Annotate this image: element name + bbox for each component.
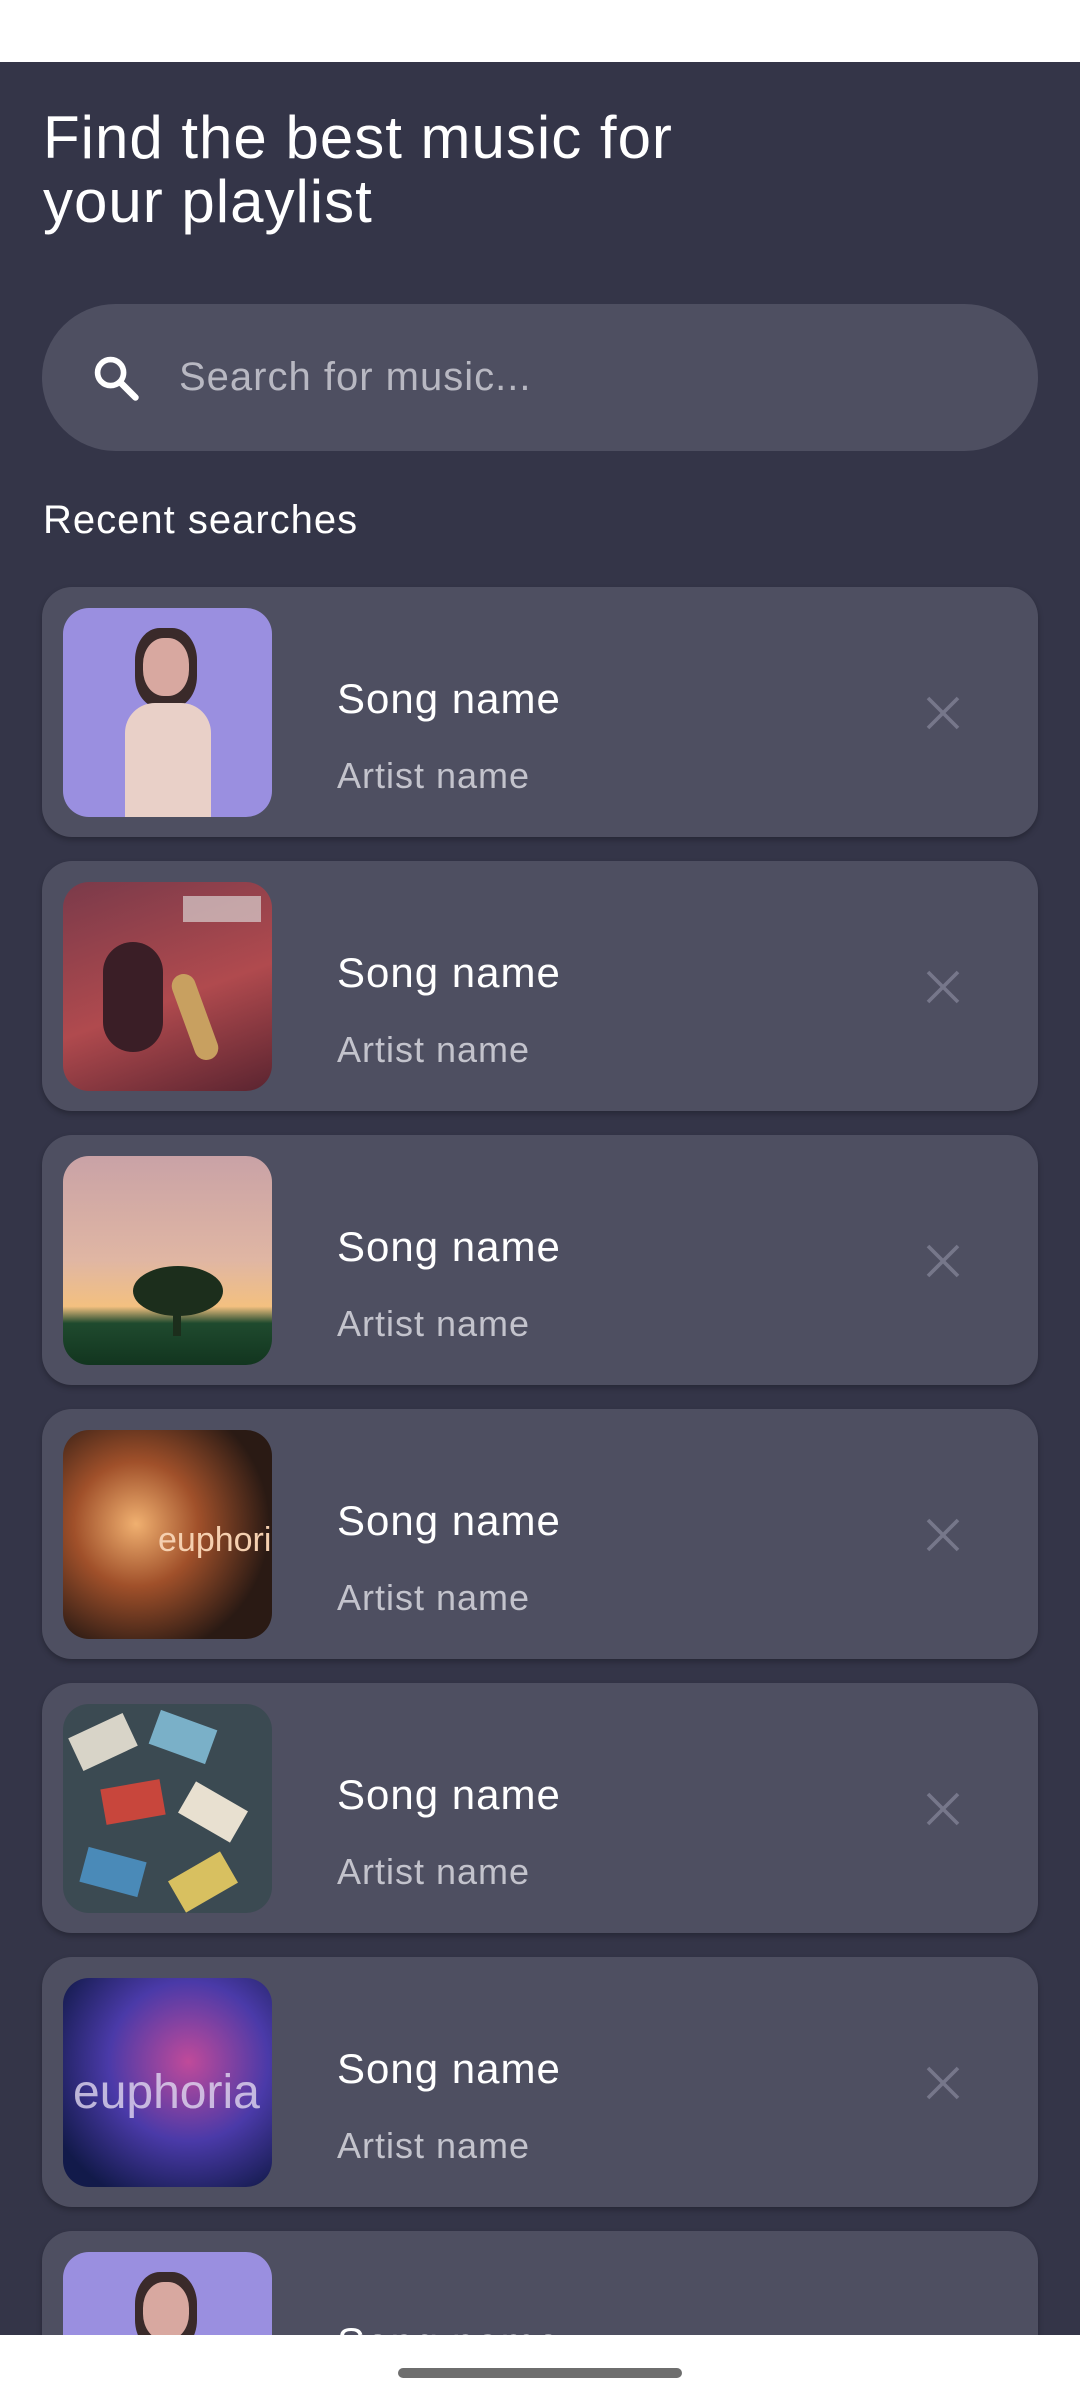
close-icon [926, 2066, 960, 2100]
artist-name: Artist name [337, 755, 531, 796]
music-search-screen: Find the best music for your playlist Re… [0, 62, 1080, 2335]
recent-search-item[interactable]: Song name Artist name [42, 1683, 1038, 1933]
search-bar[interactable] [42, 304, 1038, 451]
close-icon [926, 1792, 960, 1826]
artist-name: Artist name [337, 2125, 531, 2166]
song-name: Song name [337, 2319, 561, 2335]
recent-search-item[interactable]: Song name Artist name [42, 1135, 1038, 1385]
page-title: Find the best music for your playlist [43, 104, 673, 235]
artist-name: Artist name [337, 1029, 531, 1070]
song-name: Song name [337, 1223, 561, 1270]
search-icon [94, 356, 139, 401]
remove-search-button[interactable] [912, 2326, 974, 2335]
song-name: Song name [337, 2045, 561, 2092]
album-art: euphoria [63, 1978, 272, 2187]
recent-searches-heading: Recent searches [43, 498, 359, 542]
album-art [63, 1156, 272, 1365]
album-art: euphoria [63, 1430, 272, 1639]
album-art [63, 882, 272, 1091]
recent-search-item[interactable]: euphoria Song name Artist name [42, 1409, 1038, 1659]
album-art [63, 2252, 272, 2335]
song-name: Song name [337, 949, 561, 996]
remove-search-button[interactable] [912, 956, 974, 1018]
home-indicator[interactable] [398, 2368, 682, 2378]
search-input[interactable] [179, 304, 979, 451]
artist-name: Artist name [337, 1851, 531, 1892]
album-art [63, 608, 272, 817]
song-name: Song name [337, 1497, 561, 1544]
remove-search-button[interactable] [912, 2052, 974, 2114]
recent-search-item[interactable]: Song name Artist name [42, 587, 1038, 837]
remove-search-button[interactable] [912, 1230, 974, 1292]
close-icon [926, 1518, 960, 1552]
remove-search-button[interactable] [912, 1504, 974, 1566]
recent-search-item[interactable]: euphoria Song name Artist name [42, 1957, 1038, 2207]
close-icon [926, 1244, 960, 1278]
close-icon [926, 696, 960, 730]
album-art [63, 1704, 272, 1913]
recent-search-item[interactable]: Song name Artist name [42, 861, 1038, 1111]
close-icon [926, 970, 960, 1004]
remove-search-button[interactable] [912, 1778, 974, 1840]
recent-search-item[interactable]: Song nameArtist name [42, 2231, 1038, 2335]
artist-name: Artist name [337, 1303, 531, 1344]
artist-name: Artist name [337, 1577, 531, 1618]
song-name: Song name [337, 675, 561, 722]
remove-search-button[interactable] [912, 682, 974, 744]
status-bar [0, 0, 1080, 62]
song-name: Song name [337, 1771, 561, 1818]
